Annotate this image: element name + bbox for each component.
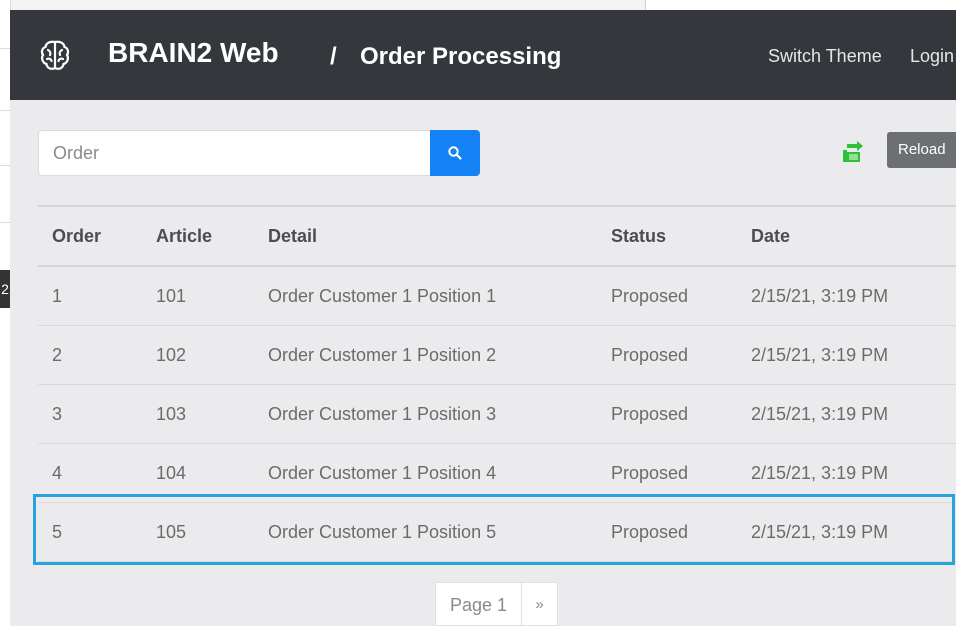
cell-status: Proposed <box>611 443 751 503</box>
cell-article: 105 <box>156 502 268 562</box>
search-input[interactable] <box>39 131 429 175</box>
navbar: BRAIN2 Web / Order Processing Switch The… <box>10 10 956 100</box>
search-button[interactable] <box>430 130 480 176</box>
cell-date: 2/15/21, 3:19 PM <box>751 266 956 326</box>
export-arrows-icon[interactable] <box>842 136 864 166</box>
column-header-detail[interactable]: Detail <box>268 205 611 267</box>
pagination: Page 1 » <box>435 582 559 626</box>
table-row[interactable]: 1 101 Order Customer 1 Position 1 Propos… <box>38 266 956 326</box>
column-header-date[interactable]: Date <box>751 205 956 267</box>
switch-theme-link[interactable]: Switch Theme <box>768 46 882 67</box>
cell-article: 102 <box>156 325 268 385</box>
cell-date: 2/15/21, 3:19 PM <box>751 325 956 385</box>
cell-status: Proposed <box>611 325 751 385</box>
table-row[interactable]: 2 102 Order Customer 1 Position 2 Propos… <box>38 325 956 385</box>
cell-article: 103 <box>156 384 268 444</box>
background-row-divider <box>0 110 10 111</box>
cell-date: 2/15/21, 3:19 PM <box>751 384 956 444</box>
search-icon <box>448 146 462 160</box>
next-page-button[interactable]: » <box>522 582 559 626</box>
column-header-article[interactable]: Article <box>156 205 268 267</box>
column-header-order[interactable]: Order <box>38 205 156 267</box>
table-row-selected[interactable]: 5 105 Order Customer 1 Position 5 Propos… <box>38 502 956 562</box>
cell-date: 2/15/21, 3:19 PM <box>751 443 956 503</box>
search-box <box>38 130 480 176</box>
table-row[interactable]: 4 104 Order Customer 1 Position 4 Propos… <box>38 443 956 503</box>
brain-icon[interactable] <box>38 38 72 72</box>
cell-article: 104 <box>156 443 268 503</box>
orders-table: Order Article Detail Status Date 1 101 O… <box>38 205 956 562</box>
background-row-divider <box>0 165 10 166</box>
cell-detail: Order Customer 1 Position 5 <box>268 502 611 562</box>
cell-status: Proposed <box>611 384 751 444</box>
cell-detail: Order Customer 1 Position 1 <box>268 266 611 326</box>
table-row[interactable]: 3 103 Order Customer 1 Position 3 Propos… <box>38 384 956 444</box>
background-window-divider <box>645 0 646 10</box>
cell-status: Proposed <box>611 502 751 562</box>
background-window-tab[interactable]: 2 <box>0 270 10 308</box>
cell-detail: Order Customer 1 Position 4 <box>268 443 611 503</box>
page-title: Order Processing <box>360 43 562 70</box>
current-page[interactable]: Page 1 <box>435 582 523 626</box>
app-window: BRAIN2 Web / Order Processing Switch The… <box>10 10 956 626</box>
cell-order: 5 <box>38 502 156 562</box>
table-header-row: Order Article Detail Status Date <box>38 205 956 267</box>
breadcrumb-separator: / <box>330 43 337 70</box>
cell-order: 4 <box>38 443 156 503</box>
background-row-divider <box>0 222 10 223</box>
background-row-divider <box>0 48 10 49</box>
cell-order: 1 <box>38 266 156 326</box>
cell-detail: Order Customer 1 Position 2 <box>268 325 611 385</box>
reload-button[interactable]: Reload <box>887 132 956 168</box>
brand-name[interactable]: BRAIN2 Web <box>108 37 279 69</box>
login-link[interactable]: Login <box>910 46 954 67</box>
cell-status: Proposed <box>611 266 751 326</box>
cell-date: 2/15/21, 3:19 PM <box>751 502 956 562</box>
cell-order: 2 <box>38 325 156 385</box>
column-header-status[interactable]: Status <box>611 205 751 267</box>
cell-detail: Order Customer 1 Position 3 <box>268 384 611 444</box>
cell-article: 101 <box>156 266 268 326</box>
cell-order: 3 <box>38 384 156 444</box>
